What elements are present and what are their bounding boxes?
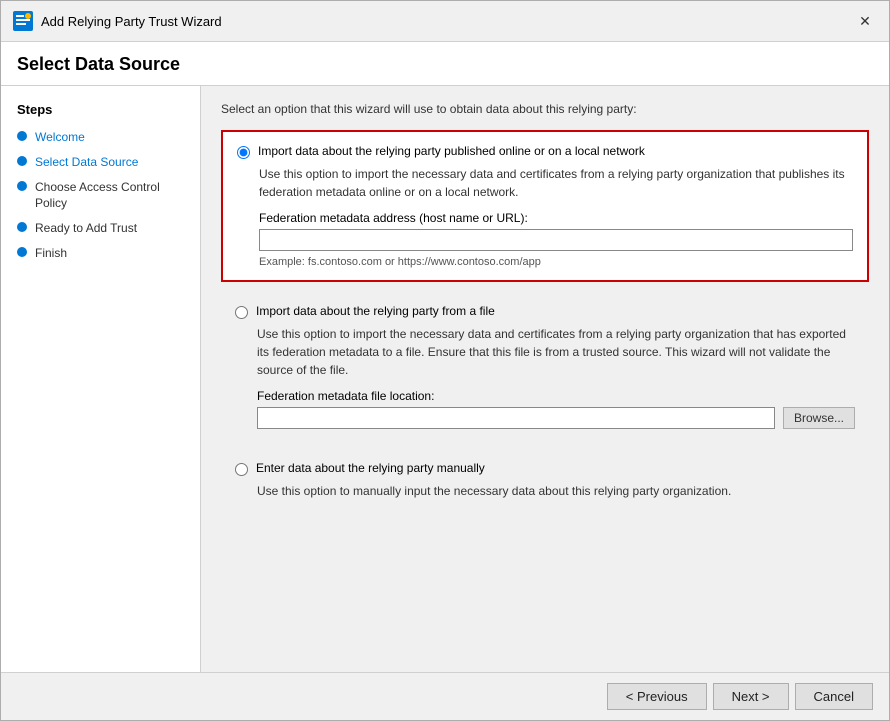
close-button[interactable]: ✕ [853, 9, 877, 33]
cancel-button[interactable]: Cancel [795, 683, 873, 710]
option3-box: Enter data about the relying party manua… [221, 451, 869, 520]
option3-radio[interactable] [235, 463, 248, 476]
sidebar-heading: Steps [1, 102, 200, 125]
sidebar-item-finish: Finish [1, 241, 200, 266]
sidebar-item-ready-to-add: Ready to Add Trust [1, 216, 200, 241]
sidebar-item-select-data-source: Select Data Source [1, 150, 200, 175]
option1-box: Import data about the relying party publ… [221, 130, 869, 282]
sidebar: Steps Welcome Select Data Source Choose … [1, 86, 201, 672]
footer: < Previous Next > Cancel [1, 672, 889, 720]
option2-box: Import data about the relying party from… [221, 294, 869, 439]
dot-ready-to-add [17, 222, 27, 232]
option2-field-row: Browse... [257, 407, 855, 429]
dot-select-data-source [17, 156, 27, 166]
option1-field-label: Federation metadata address (host name o… [259, 211, 853, 225]
sidebar-item-choose-access-control: Choose Access Control Policy [1, 175, 200, 217]
option1-radio-row: Import data about the relying party publ… [237, 144, 853, 159]
title-bar-left: Add Relying Party Trust Wizard [13, 11, 222, 31]
option3-label[interactable]: Enter data about the relying party manua… [256, 461, 485, 475]
option2-radio[interactable] [235, 306, 248, 319]
sidebar-label-finish: Finish [35, 245, 67, 262]
federation-file-input[interactable] [257, 407, 775, 429]
dialog-title: Add Relying Party Trust Wizard [41, 14, 222, 29]
option3-description: Use this option to manually input the ne… [257, 482, 855, 500]
sidebar-label-select-data-source: Select Data Source [35, 154, 138, 171]
title-bar: Add Relying Party Trust Wizard ✕ [1, 1, 889, 42]
intro-text: Select an option that this wizard will u… [221, 102, 869, 116]
option2-description: Use this option to import the necessary … [257, 325, 855, 379]
page-title: Select Data Source [17, 54, 873, 75]
dot-welcome [17, 131, 27, 141]
sidebar-label-welcome: Welcome [35, 129, 85, 146]
option2-field-label: Federation metadata file location: [257, 389, 855, 403]
page-header: Select Data Source [1, 42, 889, 86]
adfs-icon [13, 11, 33, 31]
sidebar-label-ready-to-add: Ready to Add Trust [35, 220, 137, 237]
dot-choose-access-control [17, 181, 27, 191]
option2-field-group: Federation metadata file location: Brows… [257, 389, 855, 429]
browse-button[interactable]: Browse... [783, 407, 855, 429]
option1-field-group: Federation metadata address (host name o… [259, 211, 853, 268]
content-area: Steps Welcome Select Data Source Choose … [1, 86, 889, 672]
next-button[interactable]: Next > [713, 683, 789, 710]
dialog: Add Relying Party Trust Wizard ✕ Select … [0, 0, 890, 721]
option2-radio-row: Import data about the relying party from… [235, 304, 855, 319]
option2-label[interactable]: Import data about the relying party from… [256, 304, 495, 318]
option1-description: Use this option to import the necessary … [259, 165, 853, 201]
dot-finish [17, 247, 27, 257]
option1-label[interactable]: Import data about the relying party publ… [258, 144, 645, 158]
main-content: Select an option that this wizard will u… [201, 86, 889, 672]
federation-address-input[interactable] [259, 229, 853, 251]
previous-button[interactable]: < Previous [607, 683, 707, 710]
option3-radio-row: Enter data about the relying party manua… [235, 461, 855, 476]
option1-example: Example: fs.contoso.com or https://www.c… [259, 256, 853, 268]
sidebar-label-choose-access-control: Choose Access Control Policy [35, 179, 184, 213]
sidebar-item-welcome: Welcome [1, 125, 200, 150]
option1-radio[interactable] [237, 146, 250, 159]
